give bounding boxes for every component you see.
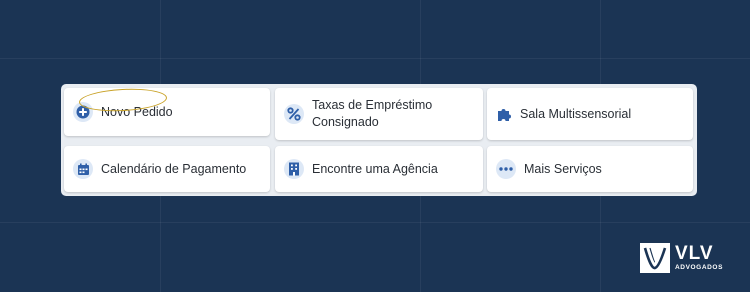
vlv-logo-mark xyxy=(640,243,670,273)
card-mais-servicos[interactable]: Mais Serviços xyxy=(487,146,693,192)
card-label: Calendário de Pagamento xyxy=(101,161,247,176)
plus-circle-icon xyxy=(73,102,93,122)
vlv-logo: VLV ADVOGADOS xyxy=(640,243,723,273)
logo-subtitle: ADVOGADOS xyxy=(675,264,724,271)
card-encontre-agencia[interactable]: Encontre uma Agência xyxy=(275,146,483,192)
logo-title: VLV xyxy=(675,243,714,264)
calendar-icon xyxy=(73,159,93,179)
card-label: Encontre uma Agência xyxy=(312,161,438,176)
card-sala-multissensorial[interactable]: Sala Multissensorial xyxy=(487,88,693,140)
card-label: Taxas de Empréstimo Consignado xyxy=(312,98,433,129)
building-icon xyxy=(284,159,304,179)
card-novo-pedido[interactable]: Novo Pedido xyxy=(64,88,270,136)
card-label: Mais Serviços xyxy=(524,161,602,176)
grid-line xyxy=(0,222,750,223)
card-calendario-pagamento[interactable]: Calendário de Pagamento xyxy=(64,146,270,192)
more-dots-icon xyxy=(496,159,516,179)
card-label: Sala Multissensorial xyxy=(520,106,632,121)
card-label: Novo Pedido xyxy=(101,104,173,119)
percent-icon xyxy=(284,104,304,124)
puzzle-icon xyxy=(496,106,512,122)
card-taxas-emprestimo[interactable]: Taxas de Empréstimo Consignado xyxy=(275,88,483,140)
grid-line xyxy=(0,58,750,59)
services-panel: Novo Pedido Taxas de Empréstimo Consigna… xyxy=(61,84,697,196)
